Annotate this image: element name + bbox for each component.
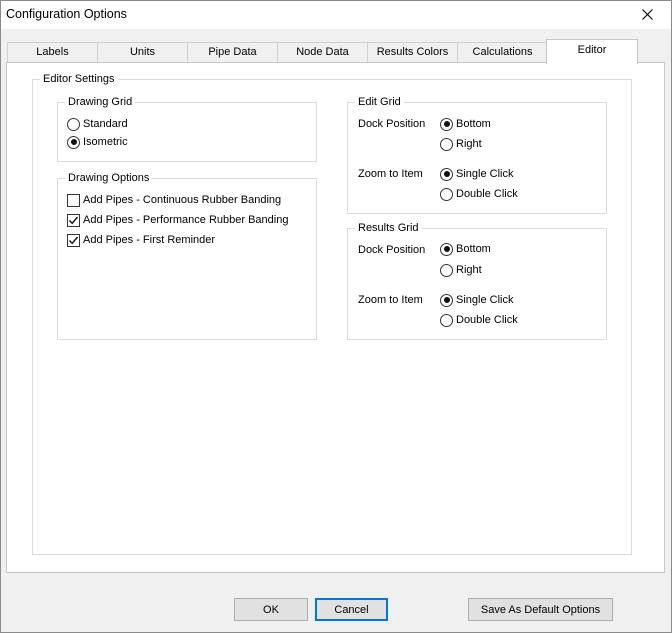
performance-rubber-banding-checkbox[interactable]: Add Pipes - Performance Rubber Banding [67, 212, 288, 228]
edit-grid-dock-position-label: Dock Position [358, 118, 426, 130]
radio-label: Right [456, 264, 482, 276]
radio-label: Single Click [456, 294, 514, 306]
drawing-grid-standard-radio[interactable]: Standard [67, 116, 128, 132]
radio-indicator [440, 263, 453, 277]
cancel-button[interactable]: Cancel [315, 598, 388, 621]
tab-units[interactable]: Units [97, 42, 188, 63]
title-bar: Configuration Options [1, 1, 671, 29]
radio-label: Isometric [83, 136, 128, 148]
checkbox-label: Add Pipes - First Reminder [83, 234, 216, 246]
radio-indicator [440, 137, 453, 151]
checkbox-label: Add Pipes - Continuous Rubber Banding [83, 194, 282, 206]
radio-label: Bottom [456, 243, 491, 255]
edit-grid-zoom-double-click-radio[interactable]: Double Click [440, 186, 518, 202]
radio-indicator [440, 117, 453, 131]
checkmark-icon [68, 216, 79, 224]
tab-label: Results Colors [376, 46, 449, 58]
edit-grid-zoom-to-item-label: Zoom to Item [358, 168, 423, 180]
edit-grid-zoom-single-click-radio[interactable]: Single Click [440, 166, 513, 182]
radio-indicator [67, 135, 80, 149]
tab-label: Pipe Data [208, 46, 257, 58]
results-grid-legend: Results Grid [355, 221, 422, 235]
edit-grid-dock-bottom-radio[interactable]: Bottom [440, 116, 491, 132]
results-grid-dock-position-label: Dock Position [358, 244, 426, 256]
radio-label: Bottom [456, 118, 491, 130]
results-grid-zoom-to-item-label: Zoom to Item [358, 294, 423, 306]
checkbox-label: Add Pipes - Performance Rubber Banding [83, 214, 289, 226]
drawing-options-legend: Drawing Options [65, 171, 153, 185]
edit-grid-legend: Edit Grid [355, 95, 404, 109]
configuration-options-dialog: Configuration Options Labels Units Pipe … [0, 0, 672, 633]
drawing-grid-legend: Drawing Grid [65, 95, 136, 109]
drawing-grid-isometric-radio[interactable]: Isometric [67, 134, 128, 150]
window-title: Configuration Options [6, 7, 127, 21]
drawing-options-group: Drawing Options Add Pipes - Continuous R… [57, 171, 317, 340]
checkbox-indicator [67, 213, 80, 227]
tab-results-colors[interactable]: Results Colors [367, 42, 458, 63]
ok-button[interactable]: OK [234, 598, 308, 621]
tab-editor[interactable]: Editor [546, 39, 638, 64]
radio-label: Right [456, 138, 482, 150]
tab-label: Units [129, 46, 156, 58]
checkbox-indicator [67, 193, 80, 207]
tab-labels[interactable]: Labels [7, 42, 98, 63]
tab-label: Node Data [296, 46, 349, 58]
tab-calculations[interactable]: Calculations [457, 42, 548, 63]
radio-indicator [67, 117, 80, 131]
close-button[interactable] [625, 1, 671, 29]
editor-settings-legend: Editor Settings [40, 72, 118, 86]
tab-label: Labels [36, 46, 69, 58]
tab-node-data[interactable]: Node Data [277, 42, 368, 63]
radio-label: Single Click [456, 168, 514, 180]
tab-label: Calculations [472, 46, 533, 58]
radio-indicator [440, 167, 453, 181]
radio-label: Double Click [456, 314, 518, 326]
checkmark-icon [68, 236, 79, 244]
checkbox-indicator [67, 233, 80, 247]
edit-grid-group: Edit Grid Dock Position Bottom Right Zoo… [347, 95, 607, 214]
tab-label: Editor [577, 44, 607, 56]
radio-indicator [440, 313, 453, 327]
results-grid-dock-right-radio[interactable]: Right [440, 262, 482, 278]
radio-indicator [440, 293, 453, 307]
tab-pipe-data[interactable]: Pipe Data [187, 42, 278, 63]
save-as-default-button[interactable]: Save As Default Options [468, 598, 613, 621]
results-grid-dock-bottom-radio[interactable]: Bottom [440, 241, 491, 257]
results-grid-group: Results Grid Dock Position Bottom Right … [347, 221, 607, 340]
radio-indicator [440, 187, 453, 201]
first-reminder-checkbox[interactable]: Add Pipes - First Reminder [67, 232, 215, 248]
close-icon [642, 9, 653, 20]
drawing-grid-group: Drawing Grid Standard Isometric [57, 95, 317, 162]
editor-tab-panel: Editor Settings Drawing Grid Standard Is… [6, 62, 665, 573]
continuous-rubber-banding-checkbox[interactable]: Add Pipes - Continuous Rubber Banding [67, 192, 281, 208]
radio-indicator [440, 242, 453, 256]
edit-grid-dock-right-radio[interactable]: Right [440, 136, 482, 152]
results-grid-zoom-single-click-radio[interactable]: Single Click [440, 292, 513, 308]
radio-label: Double Click [456, 188, 518, 200]
results-grid-zoom-double-click-radio[interactable]: Double Click [440, 312, 518, 328]
radio-label: Standard [83, 118, 128, 130]
